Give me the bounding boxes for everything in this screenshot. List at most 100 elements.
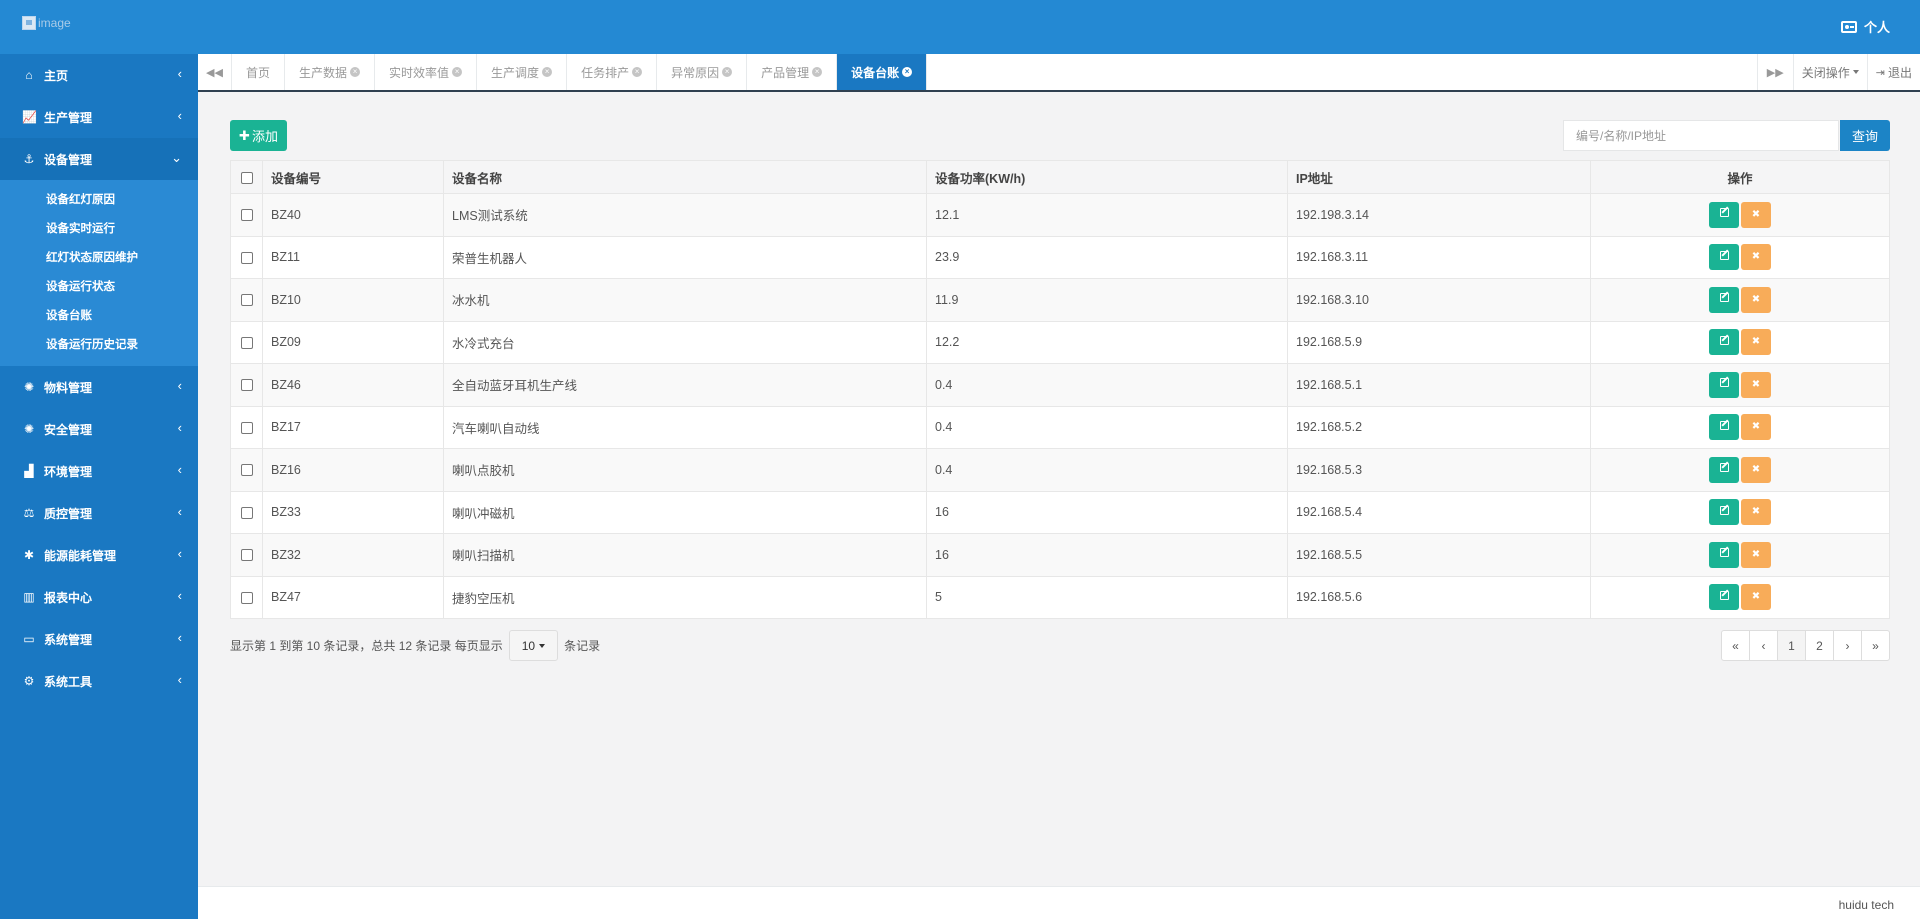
row-checkbox[interactable] (240, 506, 253, 519)
sidebar-item-0[interactable]: ⌂ 主页 ‹ (0, 54, 198, 96)
tab-item[interactable]: 生产数据 × (285, 54, 376, 90)
row-select-cell (230, 363, 263, 407)
sidebar-subitem[interactable]: 设备运行状态 (0, 273, 198, 302)
cell-ip-address: 192.198.3.14 (1287, 193, 1591, 237)
close-tab-icon[interactable]: × (902, 67, 913, 77)
sidebar-item-2[interactable]: ⚓ 设备管理 ⌄ (0, 138, 198, 180)
pagination-button[interactable]: 2 (1805, 630, 1834, 661)
row-checkbox[interactable] (240, 591, 253, 604)
delete-button[interactable]: ✖ (1741, 456, 1771, 483)
delete-button[interactable]: ✖ (1741, 286, 1771, 313)
logo[interactable]: image (22, 16, 71, 30)
tab-item[interactable]: 首页 (232, 54, 286, 90)
sidebar-item-1[interactable]: 📈 生产管理 ‹ (0, 96, 198, 138)
logout-button[interactable]: ⇥ 退出 (1866, 54, 1920, 90)
col-header-device-power[interactable]: 设备功率(KW/h) (926, 160, 1288, 194)
cell-device-code: BZ11 (262, 235, 444, 279)
sidebar-item-9[interactable]: ▭ 系统管理 ‹ (0, 618, 198, 660)
tab-item[interactable]: 产品管理 × (747, 54, 838, 90)
edit-button[interactable] (1709, 329, 1739, 356)
edit-button[interactable] (1709, 286, 1739, 313)
caret-down-icon (539, 643, 546, 648)
tab-item[interactable]: 实时效率值 × (375, 54, 478, 90)
cell-device-name: LMS测试系统 (443, 193, 927, 237)
search-button[interactable]: 查询 (1840, 120, 1890, 151)
logo-alt-text: image (38, 16, 71, 30)
close-tab-icon[interactable]: × (452, 67, 463, 77)
delete-button[interactable]: ✖ (1741, 499, 1771, 526)
cell-ip-address: 192.168.5.4 (1287, 490, 1591, 534)
close-tab-icon[interactable]: × (722, 67, 733, 77)
area-chart-icon: ▟ (24, 464, 34, 478)
row-checkbox[interactable] (240, 251, 253, 264)
row-checkbox[interactable] (240, 421, 253, 434)
delete-button[interactable]: ✖ (1741, 244, 1771, 271)
chevron-left-icon: ‹ (177, 108, 182, 123)
row-checkbox[interactable] (240, 336, 253, 349)
row-checkbox[interactable] (240, 464, 253, 477)
col-header-device-code[interactable]: 设备编号 (262, 160, 444, 194)
edit-button[interactable] (1709, 499, 1739, 526)
edit-button[interactable] (1709, 244, 1739, 271)
sidebar-subitem[interactable]: 设备台账 (0, 302, 198, 331)
edit-button[interactable] (1709, 456, 1739, 483)
sidebar-item-10[interactable]: ⚙ 系统工具 ‹ (0, 660, 198, 702)
delete-button[interactable]: ✖ (1741, 371, 1771, 398)
sidebar-subitem[interactable]: 设备运行历史记录 (0, 331, 198, 360)
edit-button[interactable] (1709, 414, 1739, 441)
select-all-checkbox[interactable] (240, 171, 253, 184)
tab-item[interactable]: 任务排产 × (567, 54, 658, 90)
edit-icon (1719, 463, 1729, 473)
delete-button[interactable]: ✖ (1741, 414, 1771, 441)
scroll-tabs-right-button[interactable]: ▶▶ (1756, 54, 1793, 90)
close-tab-icon[interactable]: × (542, 67, 553, 77)
pagination-button[interactable]: ‹ (1749, 630, 1778, 661)
delete-button[interactable]: ✖ (1741, 329, 1771, 356)
pagination-button[interactable]: › (1833, 630, 1862, 661)
user-menu[interactable]: 个人 (1840, 17, 1890, 36)
page-size-dropdown[interactable]: 10 (508, 630, 559, 661)
close-tab-icon[interactable]: × (632, 67, 643, 77)
edit-button[interactable] (1709, 541, 1739, 568)
pagination-button[interactable]: 1 (1777, 630, 1806, 661)
sidebar-item-label: 系统管理 (44, 632, 93, 647)
sidebar-item-4[interactable]: ✺ 安全管理 ‹ (0, 408, 198, 450)
edit-icon (1719, 420, 1729, 430)
add-button[interactable]: ✚ 添加 (230, 120, 287, 151)
delete-button[interactable]: ✖ (1741, 201, 1771, 228)
sidebar-item-6[interactable]: ⚖ 质控管理 ‹ (0, 492, 198, 534)
cell-actions: ✖ (1590, 405, 1890, 449)
close-operations-dropdown[interactable]: 关闭操作 (1792, 54, 1867, 90)
sidebar-subitem[interactable]: 红灯状态原因维护 (0, 244, 198, 273)
tab-item[interactable]: 设备台账 × (837, 54, 928, 90)
edit-button[interactable] (1709, 201, 1739, 228)
sidebar-subitem[interactable]: 设备实时运行 (0, 215, 198, 244)
row-checkbox[interactable] (240, 294, 253, 307)
close-tab-icon[interactable]: × (812, 67, 823, 77)
sidebar-subitem[interactable]: 设备红灯原因 (0, 186, 198, 215)
row-checkbox[interactable] (240, 209, 253, 222)
edit-button[interactable] (1709, 584, 1739, 611)
cell-device-code: BZ32 (262, 533, 444, 577)
sidebar-item-label: 环境管理 (44, 464, 93, 479)
close-tab-icon[interactable]: × (350, 67, 361, 77)
cell-device-power: 0.4 (926, 405, 1288, 449)
cell-device-power: 23.9 (926, 235, 1288, 279)
tab-item[interactable]: 异常原因 × (657, 54, 748, 90)
edit-button[interactable] (1709, 371, 1739, 398)
row-checkbox[interactable] (240, 379, 253, 392)
row-checkbox[interactable] (240, 549, 253, 562)
search-input[interactable] (1563, 120, 1839, 151)
scroll-tabs-left-button[interactable]: ◀◀ (198, 54, 232, 90)
pagination-button[interactable]: « (1721, 630, 1750, 661)
sidebar-item-7[interactable]: ✱ 能源能耗管理 ‹ (0, 534, 198, 576)
col-header-ip-address[interactable]: IP地址 (1287, 160, 1591, 194)
tab-item[interactable]: 生产调度 × (477, 54, 568, 90)
pagination-button[interactable]: » (1861, 630, 1890, 661)
delete-button[interactable]: ✖ (1741, 584, 1771, 611)
delete-button[interactable]: ✖ (1741, 541, 1771, 568)
sidebar-item-5[interactable]: ▟ 环境管理 ‹ (0, 450, 198, 492)
sidebar-item-8[interactable]: ▥ 报表中心 ‹ (0, 576, 198, 618)
col-header-device-name[interactable]: 设备名称 (443, 160, 927, 194)
sidebar-item-3[interactable]: ✺ 物料管理 ‹ (0, 366, 198, 408)
